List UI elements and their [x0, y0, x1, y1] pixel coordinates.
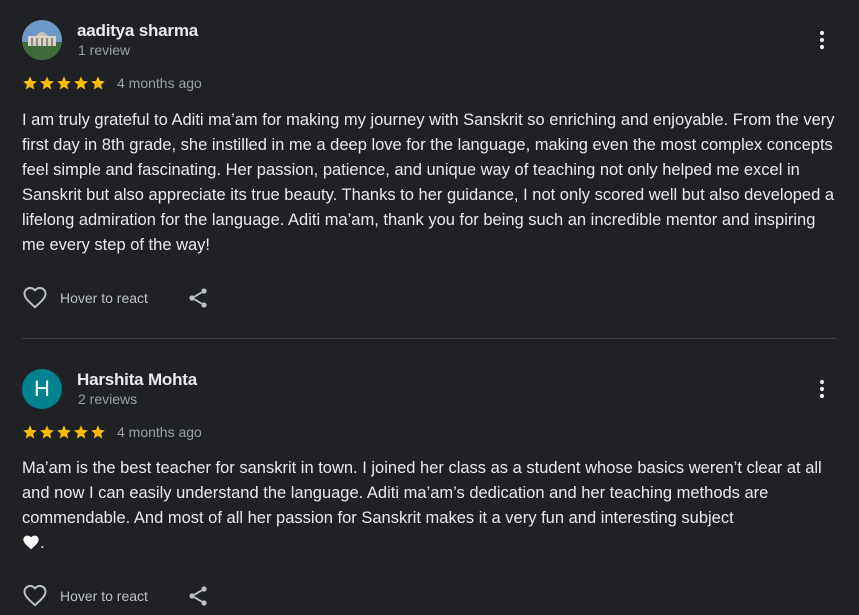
star-rating: [22, 75, 106, 91]
share-button[interactable]: [186, 584, 210, 608]
reviewer-review-count: 1 review: [78, 42, 131, 58]
rating-row: 4 months ago: [22, 75, 202, 91]
more-options-button[interactable]: [810, 377, 834, 401]
review-text-body: Ma’am is the best teacher for sanskrit i…: [22, 459, 822, 527]
review-date: 4 months ago: [117, 424, 202, 440]
star-icon: [39, 75, 55, 91]
star-icon: [73, 424, 89, 440]
star-icon: [90, 424, 106, 440]
more-vert-icon: [810, 28, 834, 52]
star-icon: [22, 424, 38, 440]
star-rating: [22, 424, 106, 440]
share-icon: [186, 286, 210, 310]
react-button[interactable]: Hover to react: [22, 285, 148, 311]
share-button[interactable]: [186, 286, 210, 310]
review-text-end: .: [40, 534, 45, 552]
share-icon: [186, 584, 210, 608]
more-vert-icon: [810, 377, 834, 401]
heart-outline-icon: [22, 285, 48, 311]
review-text: I am truly grateful to Aditi ma’am for m…: [22, 111, 835, 254]
star-icon: [56, 424, 72, 440]
star-icon: [90, 75, 106, 91]
reviewer-name[interactable]: Harshita Mohta: [77, 370, 197, 390]
review-text: Ma’am is the best teacher for sanskrit i…: [22, 456, 837, 556]
star-icon: [39, 424, 55, 440]
heart-outline-icon: [22, 583, 48, 609]
rating-row: 4 months ago: [22, 424, 202, 440]
avatar[interactable]: [22, 20, 62, 60]
reviewer-name[interactable]: aaditya sharma: [77, 21, 198, 41]
building-photo-icon: [22, 20, 62, 60]
star-icon: [73, 75, 89, 91]
avatar[interactable]: H: [22, 369, 62, 409]
react-label: Hover to react: [60, 588, 148, 604]
divider: [22, 338, 837, 339]
react-label: Hover to react: [60, 290, 148, 306]
star-icon: [22, 75, 38, 91]
white-heart-emoji: [23, 535, 39, 550]
star-icon: [56, 75, 72, 91]
more-options-button[interactable]: [810, 28, 834, 52]
review-actions: Hover to react: [22, 583, 210, 609]
react-button[interactable]: Hover to react: [22, 583, 148, 609]
review-actions: Hover to react: [22, 285, 210, 311]
review-date: 4 months ago: [117, 75, 202, 91]
reviewer-review-count: 2 reviews: [78, 391, 138, 407]
